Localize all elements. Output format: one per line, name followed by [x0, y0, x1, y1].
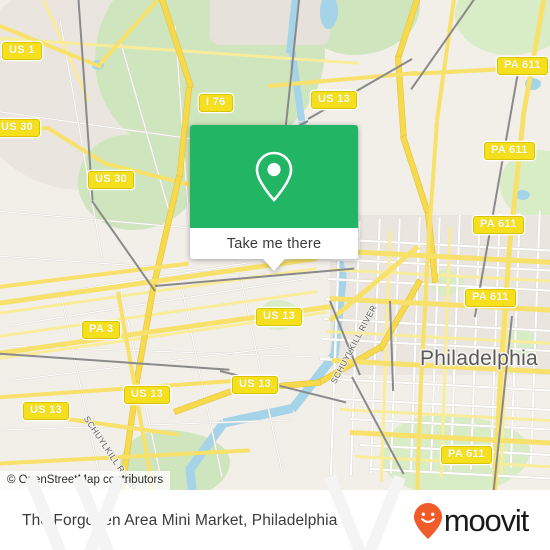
place-title: The Forgotten Area Mini Market, Philadel… — [22, 511, 338, 529]
bottom-info-bar: The Forgotten Area Mini Market, Philadel… — [0, 474, 550, 550]
take-me-there-button[interactable]: Take me there — [190, 228, 358, 259]
railway-ne — [410, 0, 481, 90]
road-shield-us13-d[interactable]: US 13 — [124, 386, 171, 404]
map-pin-icon — [255, 151, 293, 202]
road-shield-pa611-c[interactable]: PA 611 — [473, 216, 524, 234]
road-shield-us30-a[interactable]: US 30 — [0, 119, 41, 137]
screenshot-root: Philadelphia SCHUYLKILL RIVER SCHUYLKILL… — [0, 0, 550, 550]
railway-east — [473, 60, 521, 318]
moovit-brand-logo: moovit — [413, 502, 529, 540]
road-shield-pa611-a[interactable]: PA 611 — [497, 57, 548, 75]
road-shield-pa611-b[interactable]: PA 611 — [484, 142, 535, 160]
railway — [91, 200, 156, 292]
road-shield-us13-c[interactable]: US 13 — [256, 308, 303, 326]
moovit-smiley-pin-icon — [413, 502, 442, 539]
road-shield-us13-n[interactable]: US 13 — [311, 91, 358, 109]
moovit-wordmark: moovit — [443, 502, 529, 538]
destination-popup-card[interactable]: Take me there — [190, 125, 358, 271]
railway — [0, 352, 230, 371]
road-shield-i76[interactable]: I 76 — [199, 94, 233, 112]
railway-east — [492, 315, 513, 490]
road-shield-pa3[interactable]: PA 3 — [82, 321, 121, 339]
road-shield-us1[interactable]: US 1 — [2, 42, 42, 60]
railway-south2 — [389, 300, 395, 391]
road-shield-us13-e[interactable]: US 13 — [232, 376, 279, 394]
popup-pointer-tail — [263, 259, 285, 271]
road-shield-pa611-e[interactable]: PA 611 — [441, 446, 492, 464]
railway-ne — [307, 58, 413, 120]
popup-header — [190, 125, 358, 228]
road-shield-us13-f[interactable]: US 13 — [23, 402, 70, 420]
take-me-there-label: Take me there — [226, 235, 322, 252]
road-shield-pa611-d[interactable]: PA 611 — [465, 289, 516, 307]
city-label-philadelphia: Philadelphia — [420, 347, 539, 370]
railway — [154, 267, 355, 287]
railway-south — [351, 376, 405, 475]
road-shield-us30-b[interactable]: US 30 — [88, 171, 135, 189]
map-canvas[interactable]: Philadelphia SCHUYLKILL RIVER SCHUYLKILL… — [0, 0, 550, 490]
